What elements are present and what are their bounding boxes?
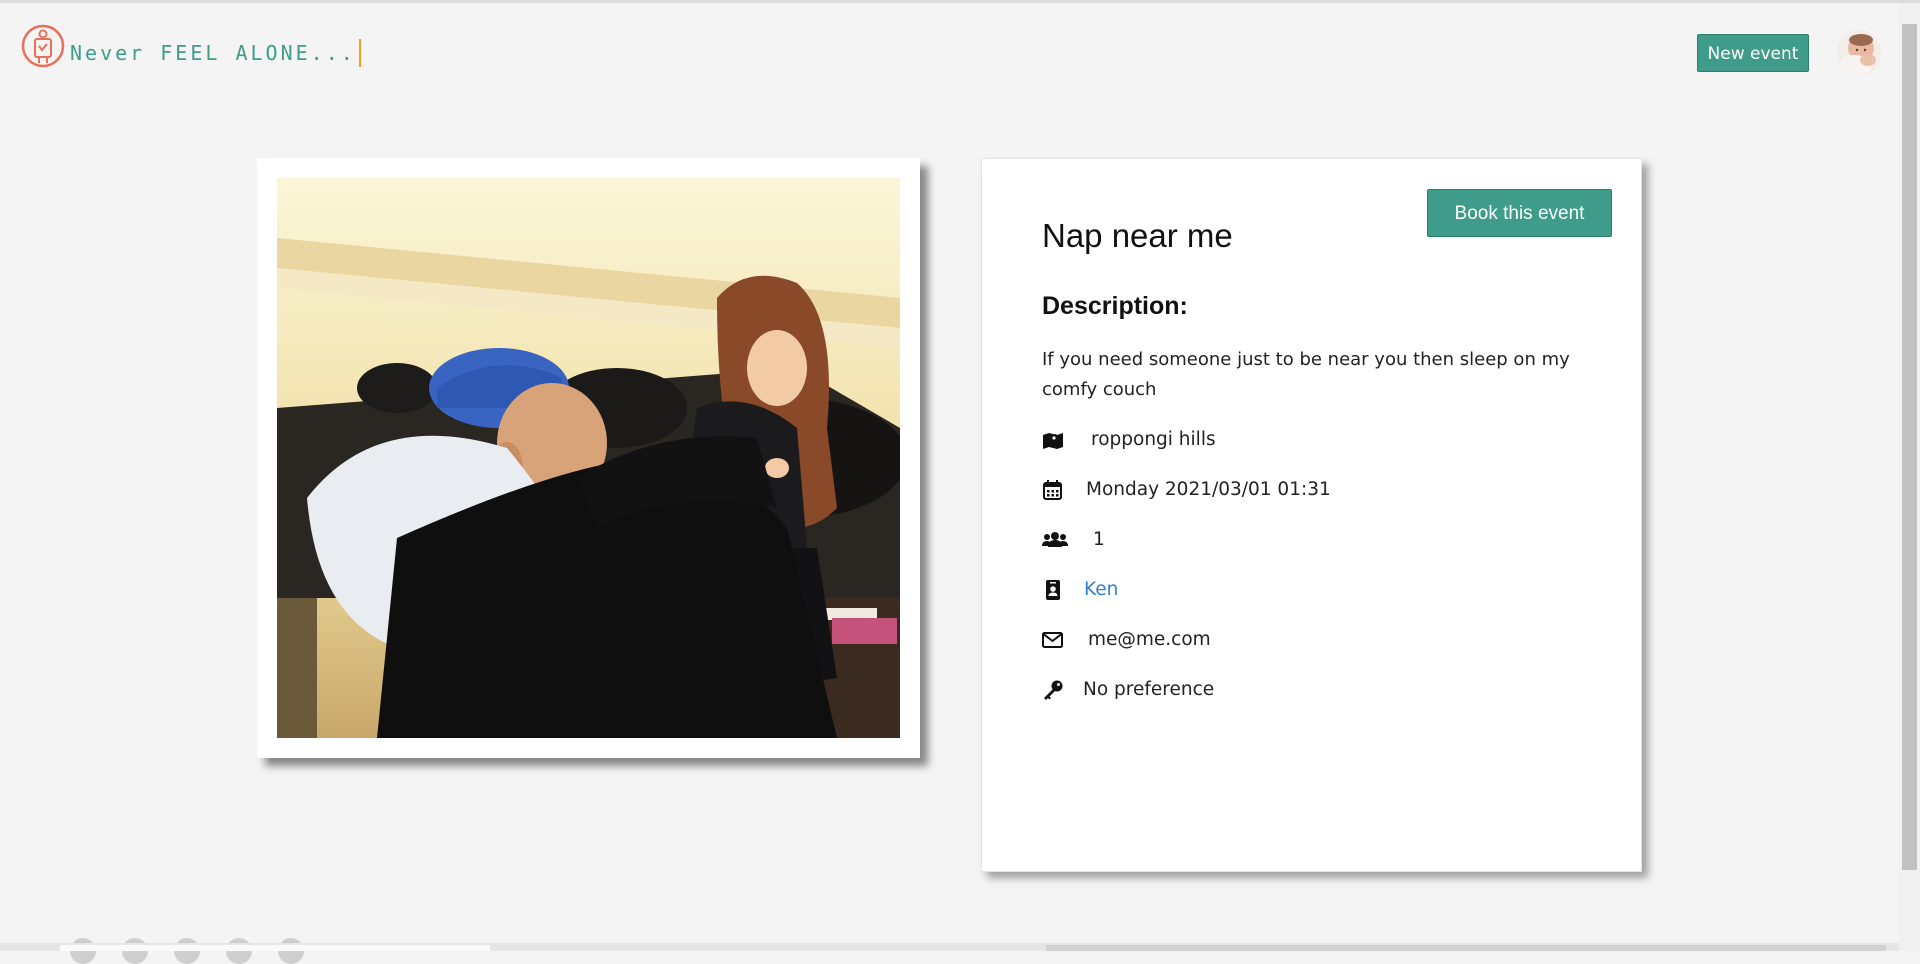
map-marker-icon xyxy=(1043,433,1063,449)
id-badge-icon xyxy=(1046,580,1060,600)
navbar: Never FEEL ALONE... New event xyxy=(0,3,1900,103)
brand-tagline[interactable]: Never FEEL ALONE... xyxy=(70,38,361,67)
avatar[interactable] xyxy=(1837,30,1881,76)
vertical-scrollbar-thumb[interactable] xyxy=(1902,24,1917,870)
datetime-value: Monday 2021/03/01 01:31 xyxy=(1086,479,1331,500)
email-value: me@me.com xyxy=(1088,629,1211,650)
calendar-icon xyxy=(1043,480,1062,500)
event-info-card: Book this event Nap near me Description:… xyxy=(981,158,1642,872)
text-cursor xyxy=(358,38,361,67)
key-icon xyxy=(1044,680,1063,700)
event-photo-card xyxy=(257,158,920,758)
social-icon[interactable] xyxy=(122,938,148,964)
event-title: Nap near me xyxy=(1042,217,1233,254)
book-event-button[interactable]: Book this event xyxy=(1427,189,1612,237)
preference-value: No preference xyxy=(1083,679,1215,700)
event-photo xyxy=(277,178,900,738)
event-photo-image xyxy=(277,178,900,738)
social-icon[interactable] xyxy=(226,938,252,964)
horizontal-scrollbar-segment xyxy=(60,945,490,951)
users-icon xyxy=(1042,532,1068,547)
brand-tagline-text: Never FEEL ALONE... xyxy=(70,41,356,65)
host-link[interactable]: Ken xyxy=(1084,575,1118,605)
social-icon[interactable] xyxy=(70,938,96,964)
social-icon[interactable] xyxy=(278,938,304,964)
description-text: If you need someone just to be near you … xyxy=(1042,349,1570,400)
new-event-button[interactable]: New event xyxy=(1697,34,1809,72)
social-icon[interactable] xyxy=(174,938,200,964)
envelope-icon xyxy=(1042,632,1063,648)
horizontal-scrollbar-thumb[interactable] xyxy=(1046,945,1886,951)
baby-avatar-icon xyxy=(1837,30,1881,76)
location-value: roppongi hills xyxy=(1091,429,1216,450)
description-heading: Description: xyxy=(1042,292,1188,320)
person-in-circle-icon[interactable] xyxy=(21,24,65,68)
attendees-value: 1 xyxy=(1093,529,1105,550)
